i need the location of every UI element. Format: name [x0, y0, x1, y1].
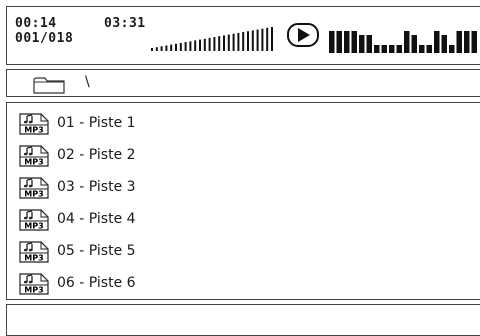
spectrum-bar	[389, 45, 395, 53]
spectrum-bar	[411, 35, 417, 53]
volume-bar	[184, 42, 187, 51]
current-path: \	[85, 74, 90, 90]
volume-bar	[247, 31, 249, 51]
status-panel: 00:14 03:31 001/018	[6, 6, 480, 65]
volume-bar	[213, 37, 216, 51]
list-item[interactable]: MP3 02 - Piste 2	[19, 145, 459, 167]
volume-bar	[251, 30, 254, 51]
mp3-file-icon: MP3	[19, 273, 49, 295]
volume-bar	[232, 33, 235, 51]
track-label: 06 - Piste 6	[57, 275, 136, 291]
track-label: 04 - Piste 4	[57, 211, 136, 227]
volume-bar	[155, 47, 158, 51]
list-item[interactable]: MP3 01 - Piste 1	[19, 113, 459, 135]
volume-bar	[189, 41, 192, 51]
spectrum-bar	[344, 31, 350, 53]
track-label: 03 - Piste 3	[57, 179, 136, 195]
spectrum-bar	[434, 31, 440, 53]
list-item[interactable]: MP3 06 - Piste 6	[19, 273, 459, 295]
spectrum-bar	[366, 35, 372, 53]
volume-bar	[256, 29, 259, 51]
mp3-icon-text: MP3	[24, 222, 43, 231]
path-bar: \	[6, 69, 480, 97]
volume-bar	[203, 38, 206, 51]
mp3-file-icon: MP3	[19, 113, 49, 135]
volume-bar	[175, 43, 177, 51]
spectrum-bar	[359, 35, 365, 53]
track-label: 01 - Piste 1	[57, 115, 136, 131]
volume-bar	[170, 44, 173, 51]
volume-bar	[261, 28, 264, 51]
mp3-file-icon: MP3	[19, 145, 49, 167]
volume-bar	[271, 27, 273, 51]
spectrum-bar	[404, 31, 410, 53]
volume-bar	[160, 46, 163, 51]
volume-bar	[242, 32, 245, 51]
volume-meter[interactable]	[151, 25, 281, 51]
list-item[interactable]: MP3 04 - Piste 4	[19, 209, 459, 231]
volume-bar	[151, 48, 153, 51]
mp3-icon-text: MP3	[24, 158, 43, 167]
volume-bar	[165, 45, 168, 51]
mp3-file-icon: MP3	[19, 241, 49, 263]
spectrum-bar	[351, 31, 357, 53]
spectrum-bar	[426, 45, 432, 53]
total-time: 03:31	[104, 16, 146, 31]
info-bar	[6, 304, 480, 336]
spectrum-bar	[336, 31, 342, 53]
volume-bar	[237, 32, 240, 51]
play-icon[interactable]	[287, 23, 319, 47]
spectrum-bar	[381, 45, 387, 53]
volume-bar	[218, 36, 221, 51]
spectrum-bar	[374, 45, 380, 53]
mp3-file-icon: MP3	[19, 177, 49, 199]
spectrum-bar	[419, 45, 425, 53]
spectrum-bar	[449, 45, 455, 53]
spectrum-bar	[456, 31, 462, 53]
volume-bar	[199, 39, 201, 51]
volume-bar	[194, 40, 197, 51]
mp3-file-icon: MP3	[19, 209, 49, 231]
volume-bar	[208, 37, 211, 51]
volume-bar	[223, 35, 225, 51]
elapsed-time: 00:14	[15, 16, 57, 31]
file-list: MP3 01 - Piste 1 MP3 02 - Piste 2 MP3 03 - Pi…	[6, 102, 480, 300]
folder-icon[interactable]	[33, 76, 65, 94]
volume-bar	[179, 43, 182, 51]
spectrum-bar	[441, 35, 447, 53]
mp3-icon-text: MP3	[24, 254, 43, 263]
volume-bar	[227, 34, 230, 51]
spectrum-analyzer	[329, 31, 477, 53]
spectrum-bar	[329, 31, 335, 53]
list-item[interactable]: MP3 03 - Piste 3	[19, 177, 459, 199]
track-label: 05 - Piste 5	[57, 243, 136, 259]
mp3-icon-text: MP3	[24, 126, 43, 135]
volume-bar	[266, 27, 269, 51]
mp3-icon-text: MP3	[24, 286, 43, 295]
mp3-icon-text: MP3	[24, 190, 43, 199]
track-counter: 001/018	[15, 31, 74, 46]
spectrum-bar	[471, 31, 477, 53]
list-item[interactable]: MP3 05 - Piste 5	[19, 241, 459, 263]
spectrum-bar	[396, 45, 402, 53]
track-label: 02 - Piste 2	[57, 147, 136, 163]
spectrum-bar	[464, 31, 470, 53]
